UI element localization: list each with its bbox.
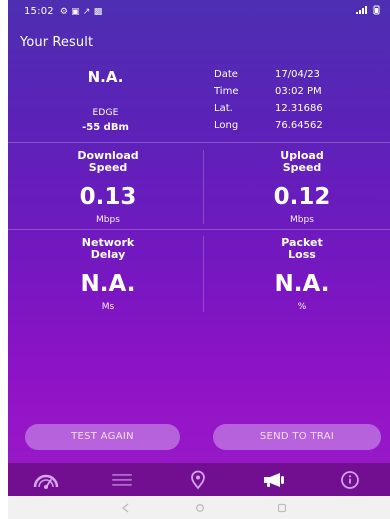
metric-title: Packet Loss [207, 237, 390, 261]
send-to-trai-button[interactable]: SEND TO TRAI [213, 424, 381, 450]
system-recent-apps-button[interactable] [262, 496, 302, 519]
metric-title: Network Delay [13, 237, 203, 261]
page-title: Your Result [20, 35, 94, 50]
detail-value: 17/04/23 [275, 69, 320, 80]
info-icon [340, 470, 360, 490]
metric-unit: % [297, 302, 307, 312]
packet-loss-card: Packet Loss N.A. % [207, 237, 390, 313]
network-delay-card: Network Delay N.A. Ms [13, 237, 203, 313]
metric-title: Upload Speed [207, 150, 390, 174]
signal-bars-icon [355, 5, 369, 15]
section-divider [8, 142, 390, 143]
metric-value: N.A. [80, 271, 136, 297]
upload-speed-card: Upload Speed 0.12 Mbps [207, 150, 390, 226]
nav-speedometer[interactable] [8, 463, 84, 496]
metric-title-line: Delay [90, 248, 126, 261]
detail-row-latitude: Lat. 12.31686 [214, 100, 382, 117]
network-type-label: EDGE [92, 108, 119, 118]
detail-row-time: Time 03:02 PM [214, 83, 382, 100]
recent-apps-icon [277, 498, 287, 517]
signal-strength-value: -55 dBm [82, 122, 129, 133]
speedometer-icon [33, 471, 59, 489]
app-screen: 15:02 ⚙ ▣ ↗ ▩ Your Result N.A. EDGE -55 … [8, 0, 390, 496]
system-navigation-bar [8, 496, 390, 519]
result-summary: N.A. EDGE -55 dBm Date 17/04/23 Time 03:… [8, 60, 390, 142]
test-details: Date 17/04/23 Time 03:02 PM Lat. 12.3168… [214, 66, 382, 134]
detail-label: Date [214, 69, 238, 80]
detail-label: Time [214, 86, 239, 97]
metric-value: 0.13 [79, 184, 137, 210]
download-speed-card: Download Speed 0.13 Mbps [13, 150, 203, 226]
detail-label: Lat. [214, 103, 233, 114]
bottom-navigation [8, 463, 390, 496]
nav-location[interactable] [160, 463, 236, 496]
detail-row-date: Date 17/04/23 [214, 66, 382, 83]
detail-row-longitude: Long 76.64562 [214, 117, 382, 134]
metric-divider [203, 236, 204, 312]
detail-value: 03:02 PM [275, 86, 322, 97]
network-type-value: N.A. [87, 68, 124, 86]
system-home-button[interactable] [180, 496, 220, 519]
section-divider [8, 229, 390, 230]
test-again-button[interactable]: TEST AGAIN [25, 424, 180, 450]
phone-frame: 15:02 ⚙ ▣ ↗ ▩ Your Result N.A. EDGE -55 … [0, 0, 390, 519]
metric-unit: Ms [101, 302, 115, 312]
megaphone-icon [260, 471, 288, 489]
metric-title-line: Speed [282, 161, 322, 174]
nav-info[interactable] [312, 463, 388, 496]
nav-list[interactable] [84, 463, 160, 496]
metric-unit: Mbps [290, 215, 314, 225]
network-summary: N.A. EDGE -55 dBm [8, 60, 203, 142]
detail-label: Long [214, 120, 239, 131]
status-bar: 15:02 ⚙ ▣ ↗ ▩ [8, 0, 390, 26]
detail-value: 76.64562 [275, 120, 323, 131]
metric-value: 0.12 [273, 184, 331, 210]
metric-divider [203, 150, 204, 224]
metric-value: N.A. [274, 271, 330, 297]
nav-megaphone[interactable] [236, 463, 312, 496]
metric-title-line: Loss [288, 248, 316, 261]
status-time: 15:02 [24, 6, 54, 17]
notification-icons: ⚙ ▣ ↗ ▩ [59, 7, 103, 17]
detail-value: 12.31686 [275, 103, 323, 114]
list-icon [110, 471, 134, 489]
location-pin-icon [189, 470, 207, 490]
home-icon [195, 498, 205, 517]
status-left: 15:02 ⚙ ▣ ↗ ▩ [24, 6, 102, 18]
system-back-button[interactable] [106, 496, 146, 519]
metric-title-line: Speed [88, 161, 128, 174]
metric-unit: Mbps [96, 215, 120, 225]
status-right [355, 5, 380, 15]
battery-icon [373, 5, 380, 15]
back-icon [121, 498, 131, 517]
metric-title: Download Speed [13, 150, 203, 174]
